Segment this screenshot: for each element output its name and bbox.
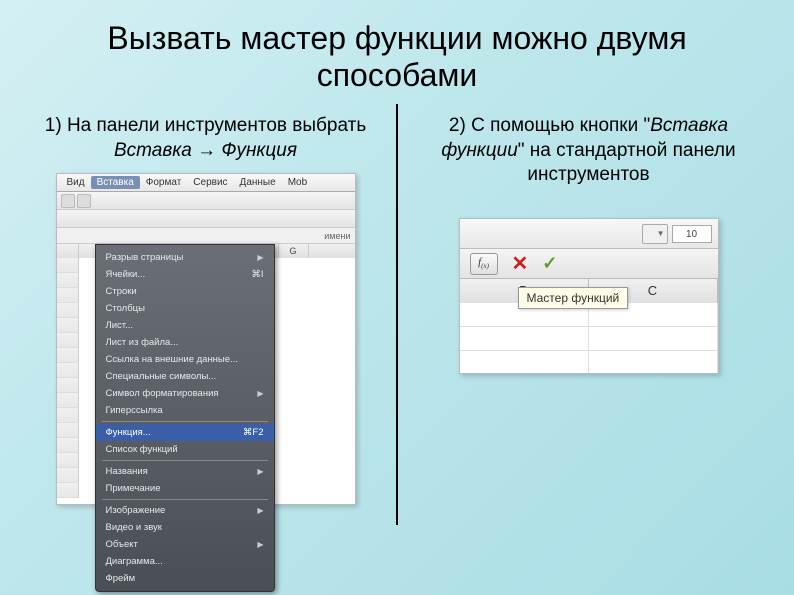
dd-object[interactable]: Объект▶ [96, 536, 274, 553]
corner-cell[interactable] [57, 244, 79, 258]
dd-special-chars[interactable]: Специальные символы... [96, 368, 274, 385]
left-column: 1) На панели инструментов выбрать Вставк… [20, 104, 391, 525]
menu-format[interactable]: Формат [140, 176, 188, 189]
row-header[interactable] [57, 363, 79, 378]
row-header[interactable] [57, 453, 79, 468]
row-header[interactable] [57, 408, 79, 423]
dd-comment[interactable]: Примечание [96, 480, 274, 497]
row-header[interactable] [57, 393, 79, 408]
dd-columns[interactable]: Столбцы [96, 300, 274, 317]
dd-function-list[interactable]: Список функций [96, 441, 274, 458]
cancel-icon[interactable]: ✕ [512, 251, 529, 276]
dd-hyperlink[interactable]: Гиперссылка [96, 402, 274, 419]
menu-mob[interactable]: Mob [282, 176, 313, 189]
rs-toolbar: ▼ 10 [460, 219, 718, 249]
cell[interactable] [589, 327, 717, 351]
left-instruction: 1) На панели инструментов выбрать Вставк… [35, 114, 376, 163]
submenu-arrow-icon: ▶ [257, 465, 263, 478]
dropdown-separator [102, 421, 268, 422]
sheet-area: G [57, 244, 355, 504]
rs-grid [460, 303, 718, 373]
row-header[interactable] [57, 468, 79, 483]
left-screenshot: Вид Вставка Формат Сервис Данные Mob име… [56, 173, 356, 505]
dd-rows[interactable]: Строки [96, 283, 274, 300]
dd-frame[interactable]: Фрейм [96, 570, 274, 587]
row-header[interactable] [57, 378, 79, 393]
dropdown-separator [102, 499, 268, 500]
fx-button[interactable]: f(x) [470, 253, 498, 275]
dd-sheet[interactable]: Лист... [96, 317, 274, 334]
menubar: Вид Вставка Формат Сервис Данные Mob [57, 174, 355, 192]
dd-cells[interactable]: Ячейки...⌘I [96, 266, 274, 283]
dd-names[interactable]: Названия▶ [96, 463, 274, 480]
cell-ref-display: 10 [672, 225, 712, 243]
toolbar-1 [57, 192, 355, 210]
dropdown-separator [102, 460, 268, 461]
cell[interactable] [460, 327, 588, 351]
name-box-area: имени [57, 228, 355, 244]
fx-icon: f(x) [478, 256, 489, 270]
row-header[interactable] [57, 483, 79, 498]
dd-page-break[interactable]: Разрыв страницы▶ [96, 249, 274, 266]
dd-external-link[interactable]: Ссылка на внешние данные... [96, 351, 274, 368]
menu-view[interactable]: Вид [61, 176, 91, 189]
toolbar-2 [57, 210, 355, 228]
row-header[interactable] [57, 258, 79, 273]
dd-formatting-mark[interactable]: Символ форматирования▶ [96, 385, 274, 402]
menu-insert[interactable]: Вставка [91, 176, 140, 189]
row-header[interactable] [57, 288, 79, 303]
submenu-arrow-icon: ▶ [257, 538, 263, 551]
col-header-g[interactable]: G [279, 244, 309, 258]
dd-function[interactable]: Функция...⌘F2 [96, 424, 274, 441]
dd-image[interactable]: Изображение▶ [96, 502, 274, 519]
menu-data[interactable]: Данные [234, 176, 282, 189]
menu-tools[interactable]: Сервис [187, 176, 233, 189]
row-header[interactable] [57, 273, 79, 288]
left-text-1: 1) На панели инструментов выбрать [45, 115, 366, 136]
tooltip: Мастер функций [518, 287, 629, 309]
accept-icon[interactable]: ✓ [542, 253, 557, 274]
dropdown-button[interactable]: ▼ [642, 224, 668, 244]
name-hint: имени [324, 231, 350, 241]
dd-chart[interactable]: Диаграмма... [96, 553, 274, 570]
toolbar-button[interactable] [77, 194, 91, 208]
submenu-arrow-icon: ▶ [257, 387, 263, 400]
row-header[interactable] [57, 348, 79, 363]
shortcut: ⌘F2 [243, 426, 264, 439]
dd-sheet-from-file[interactable]: Лист из файла... [96, 334, 274, 351]
submenu-arrow-icon: ▶ [257, 504, 263, 517]
right-text-1: 2) С помощью кнопки " [449, 115, 650, 136]
row-header[interactable] [57, 318, 79, 333]
shortcut: ⌘I [251, 268, 263, 281]
dd-video-audio[interactable]: Видео и звук [96, 519, 274, 536]
row-header[interactable] [57, 333, 79, 348]
row-headers [57, 258, 79, 498]
submenu-arrow-icon: ▶ [257, 251, 263, 264]
right-text-3: " на стандартной панели инструментов [518, 140, 736, 186]
right-instruction: 2) С помощью кнопки "Вставка функции" на… [418, 114, 759, 188]
column-divider [396, 104, 398, 525]
row-header[interactable] [57, 303, 79, 318]
row-header[interactable] [57, 438, 79, 453]
toolbar-button[interactable] [61, 194, 75, 208]
left-text-2: Вставка → Функция [114, 140, 297, 161]
row-header[interactable] [57, 423, 79, 438]
slide-title: Вызвать мастер функции можно двумя спосо… [0, 0, 794, 104]
right-column: 2) С помощью кнопки "Вставка функции" на… [403, 104, 774, 525]
insert-dropdown: Разрыв страницы▶ Ячейки...⌘I Строки Стол… [95, 244, 275, 592]
right-screenshot: ▼ 10 f(x) ✕ ✓ B C Мастер функций [459, 218, 719, 374]
formula-bar: f(x) ✕ ✓ [460, 249, 718, 279]
